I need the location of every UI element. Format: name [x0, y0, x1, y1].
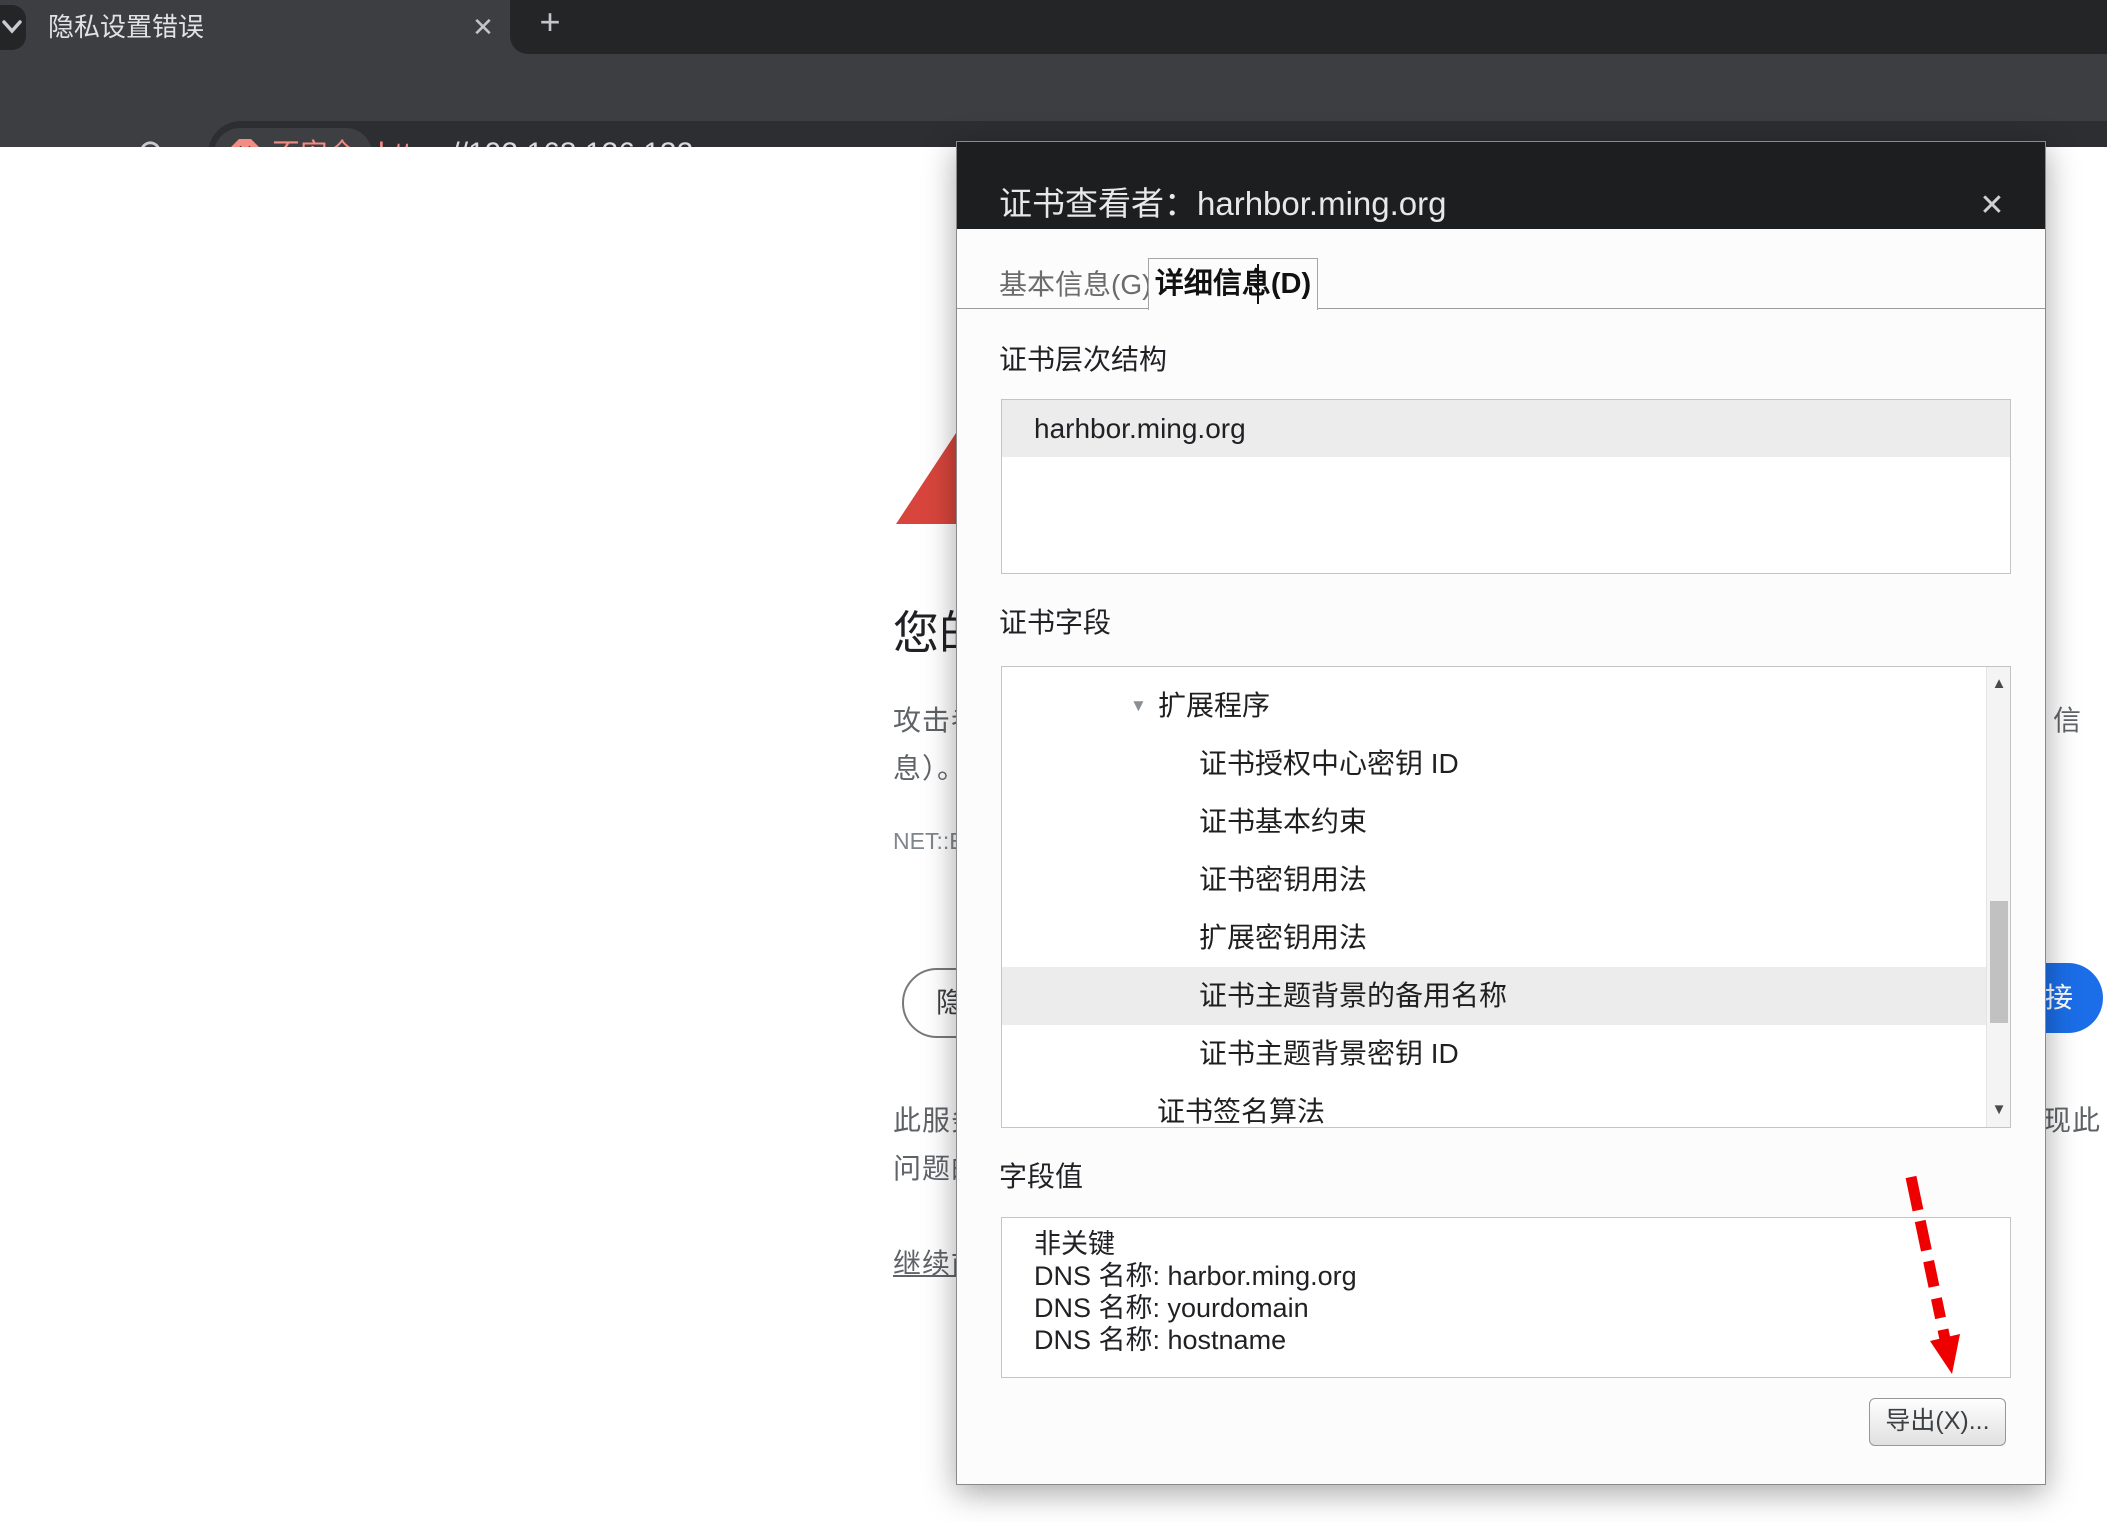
- fields-label: 证书字段: [999, 604, 1111, 642]
- expand-caret-icon[interactable]: ▼: [1130, 677, 1147, 735]
- tree-item-label: 扩展密钥用法: [1199, 922, 1367, 953]
- tree-item-label: 证书签名算法: [1157, 1096, 1325, 1127]
- tab-separator-line: [1318, 308, 2045, 309]
- tree-item-subject-alt-name-selected[interactable]: 证书主题背景的备用名称: [1002, 967, 2011, 1025]
- browser-toolbar: ← → ⟳ ✕ 不安全 https://192.168.126.132: [0, 54, 2107, 147]
- error-detail-line-tail: 现此: [2043, 1100, 2101, 1142]
- chevron-down-icon: [0, 5, 26, 50]
- tree-item[interactable]: 证书签名算法: [1002, 1083, 2011, 1128]
- scrollbar[interactable]: ▲ ▼: [1986, 667, 2010, 1127]
- tree-item[interactable]: 证书授权中心密钥 ID: [1002, 735, 2011, 793]
- export-button[interactable]: 导出(X)...: [1869, 1398, 2006, 1446]
- tree-item[interactable]: 证书主题背景密钥 ID: [1002, 1025, 2011, 1083]
- tab-basic-info[interactable]: 基本信息(G): [999, 262, 1151, 308]
- tab-detail-info[interactable]: 详细信息(D): [1148, 258, 1318, 310]
- error-paragraph-line-tail: 信: [2053, 700, 2082, 742]
- text-caret: [1257, 264, 1259, 304]
- tab-separator-line: [957, 308, 1148, 309]
- tree-item-label: 证书主题背景的备用名称: [1199, 980, 1507, 1011]
- hierarchy-listbox: harhbor.ming.org: [1001, 399, 2011, 574]
- tree-item-extensions[interactable]: ▼ 扩展程序: [1002, 677, 2011, 735]
- tree-item-label: 证书密钥用法: [1199, 864, 1367, 895]
- hierarchy-label: 证书层次结构: [999, 341, 1167, 379]
- tree-item-label: 扩展程序: [1158, 690, 1270, 721]
- tab-close-icon[interactable]: ✕: [466, 10, 500, 44]
- fields-tree: ▼ 扩展程序 证书授权中心密钥 ID 证书基本约束 证书密钥用法 扩展密钥用法 …: [1001, 666, 2011, 1128]
- field-value-line: DNS 名称: yourdomain: [1034, 1292, 2010, 1324]
- tab-strip-empty-area: [510, 0, 2107, 54]
- scrollbar-thumb[interactable]: [1990, 901, 2008, 1023]
- field-value-line: DNS 名称: hostname: [1034, 1324, 2010, 1356]
- dialog-close-icon[interactable]: ✕: [1972, 186, 2012, 226]
- tree-item-label: 证书授权中心密钥 ID: [1199, 748, 1459, 779]
- screenshot-root: 隐私设置错误 ✕ + ← → ⟳ ✕ 不安全 https://192.168.1…: [0, 0, 2107, 1522]
- dialog-header: 证书查看者：harhbor.ming.org ✕: [957, 142, 2045, 229]
- browser-tab-bar: 隐私设置错误 ✕ +: [0, 0, 2107, 54]
- tree-item[interactable]: 证书基本约束: [1002, 793, 2011, 851]
- field-value-line: DNS 名称: harbor.ming.org: [1034, 1260, 2010, 1292]
- warning-triangle-icon: [896, 430, 958, 524]
- tree-item-label: 证书主题背景密钥 ID: [1199, 1038, 1459, 1069]
- tree-item[interactable]: 证书密钥用法: [1002, 851, 2011, 909]
- hierarchy-item-selected[interactable]: harhbor.ming.org: [1002, 400, 2010, 457]
- tree-item[interactable]: 扩展密钥用法: [1002, 909, 2011, 967]
- certificate-viewer-dialog: 证书查看者：harhbor.ming.org ✕ 基本信息(G) 详细信息(D)…: [956, 141, 2046, 1485]
- browser-tab-title[interactable]: 隐私设置错误: [48, 8, 428, 46]
- dialog-title: 证书查看者：harhbor.ming.org: [999, 182, 1446, 226]
- scroll-up-icon[interactable]: ▲: [1987, 669, 2011, 699]
- field-value-line: 非关键: [1034, 1228, 2010, 1260]
- new-tab-icon[interactable]: +: [530, 2, 570, 42]
- tree-item-label: 证书基本约束: [1199, 806, 1367, 837]
- scroll-down-icon[interactable]: ▼: [1987, 1095, 2011, 1125]
- field-value-label: 字段值: [999, 1158, 1083, 1196]
- tab-search-button[interactable]: [0, 5, 26, 50]
- field-value-box: 非关键 DNS 名称: harbor.ming.org DNS 名称: your…: [1001, 1217, 2011, 1378]
